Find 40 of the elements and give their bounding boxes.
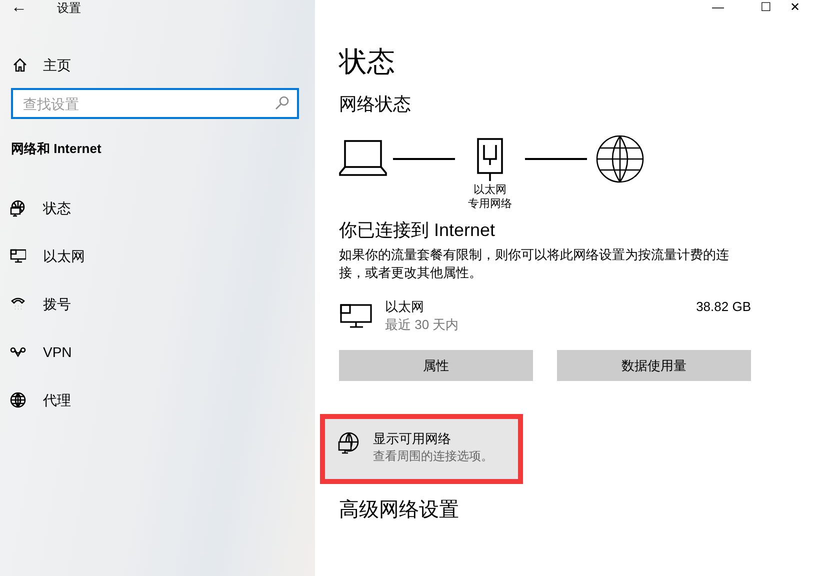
back-button[interactable]: ← [9, 1, 29, 15]
home-icon [12, 57, 28, 73]
maximize-button[interactable]: ☐ [742, 0, 790, 14]
nav-item[interactable]: 拨号 [10, 294, 315, 314]
nav-item[interactable]: VPN [10, 342, 315, 362]
ethernet-icon [10, 248, 26, 265]
ethernet-icon [339, 303, 373, 329]
show-networks-item[interactable]: 显示可用网络 查看周围的连接选项。 [325, 419, 518, 479]
router-icon [476, 137, 504, 183]
laptop-icon [339, 139, 387, 177]
nav-item[interactable]: 状态 [10, 198, 315, 218]
connector-line [525, 158, 587, 160]
status-heading: 你已连接到 Internet [339, 219, 496, 242]
section-heading: 网络和 Internet [11, 140, 102, 158]
adapter-label: 以太网 [474, 183, 506, 197]
nav-item[interactable]: 以太网 [10, 246, 315, 266]
globe-icon [595, 134, 645, 184]
connection-name: 以太网 [385, 298, 425, 316]
page-title: 状态 [339, 45, 396, 79]
nav-item[interactable]: 代理 [10, 390, 315, 410]
status-icon [10, 200, 26, 217]
connection-period: 最近 30 天内 [385, 316, 460, 334]
action-button[interactable]: 属性 [339, 350, 533, 381]
item-title: 显示可用网络 [373, 430, 452, 448]
description-text: 如果你的流量套餐有限制，则你可以将此网络设置为按流量计费的连接，或者更改其他属性。 [339, 246, 730, 282]
section-heading: 高级网络设置 [339, 498, 460, 523]
section-heading: 网络状态 [339, 93, 412, 116]
window-title: 设置 [57, 1, 81, 15]
data-usage: 38.82 GB [696, 298, 751, 316]
home-item[interactable]: 主页 [12, 55, 315, 75]
item-subtitle: 查看周围的连接选项。 [373, 448, 493, 464]
search-field[interactable]: 查找设置 [11, 88, 299, 119]
search-icon [275, 96, 289, 110]
close-button[interactable]: ✕ [790, 0, 838, 14]
globe-monitor-icon [338, 432, 360, 456]
minimize-button[interactable]: — [694, 0, 742, 14]
action-button[interactable]: 数据使用量 [557, 350, 751, 381]
connector-line [393, 158, 455, 160]
profile-label: 专用网络 [468, 197, 512, 211]
proxy-icon [10, 392, 26, 409]
